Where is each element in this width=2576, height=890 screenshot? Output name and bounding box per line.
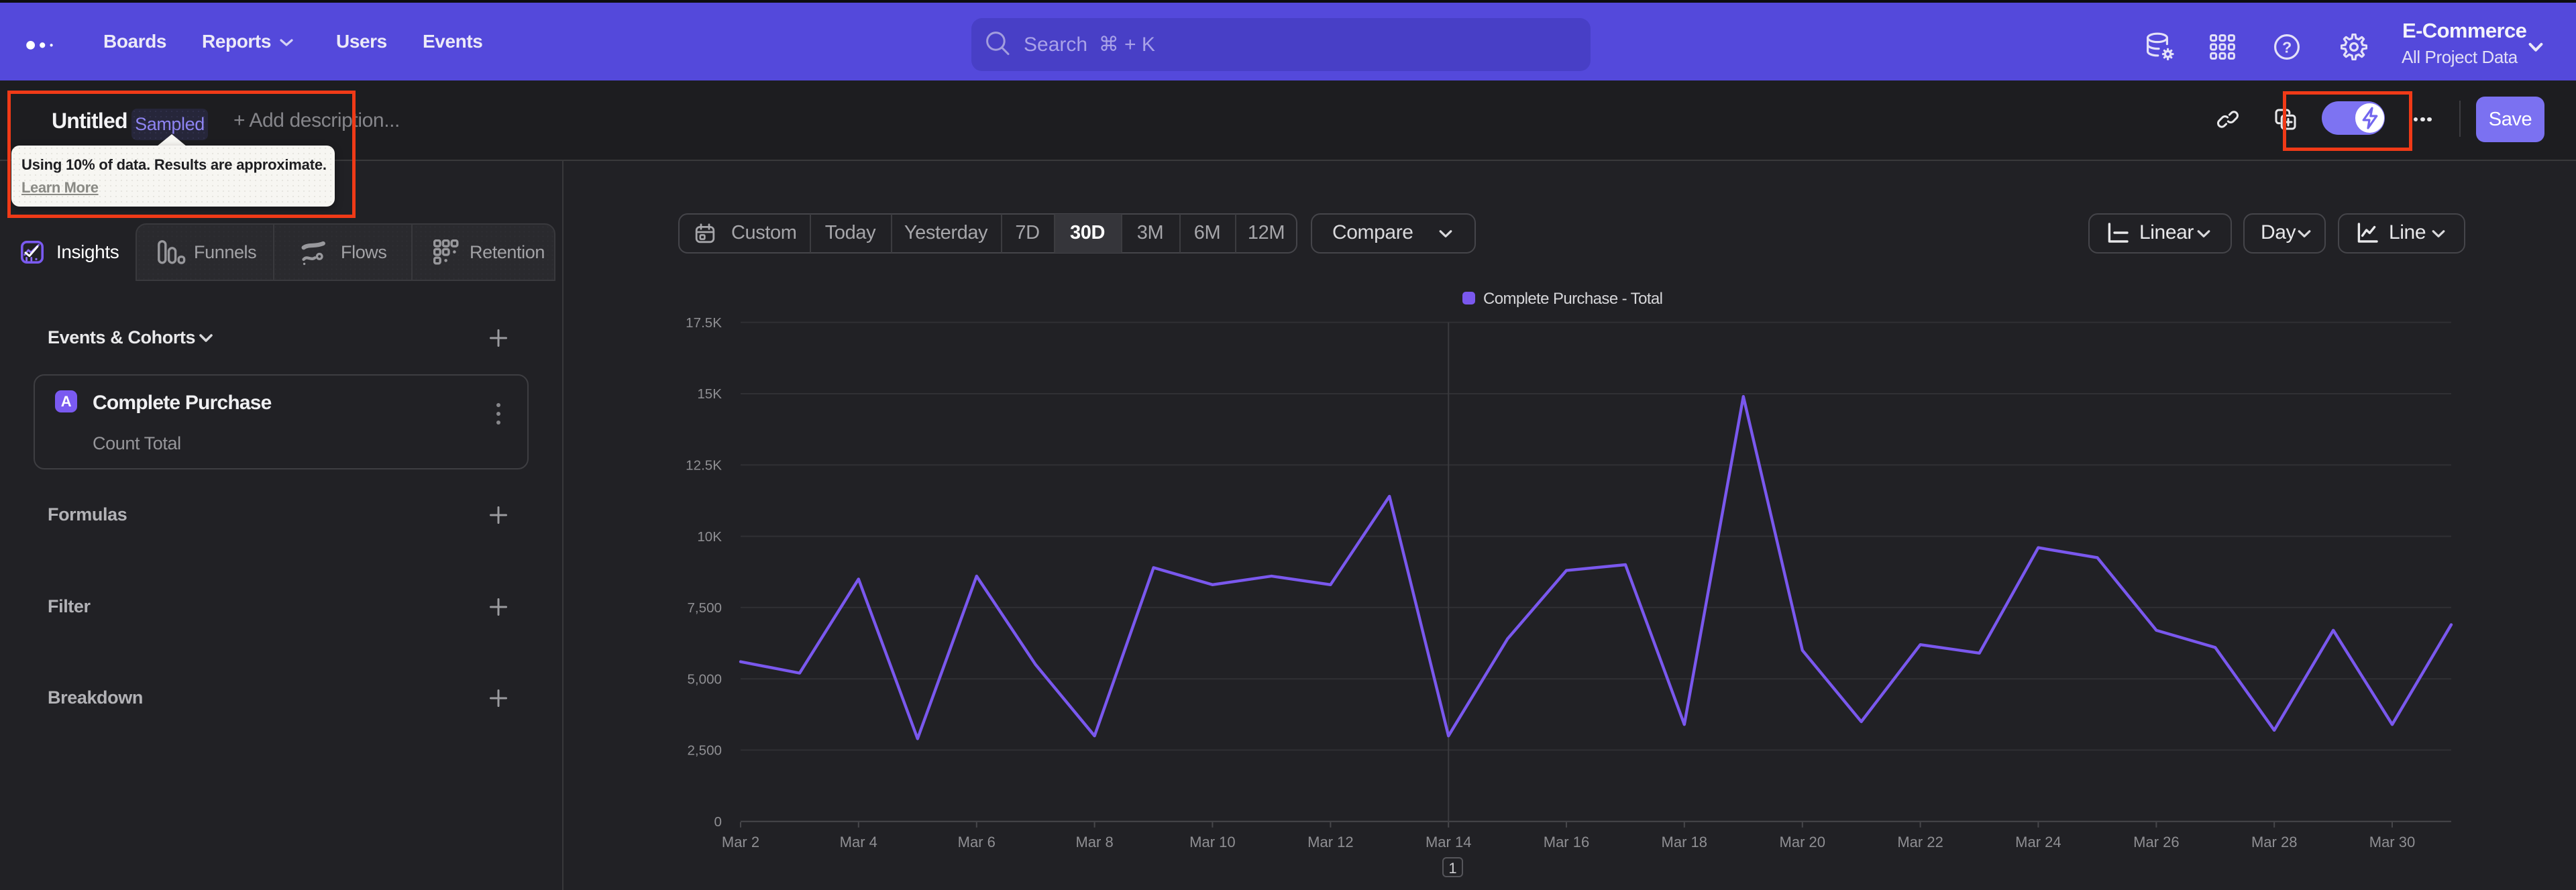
svg-text:2,500: 2,500 [687, 743, 722, 759]
svg-text:7,500: 7,500 [687, 600, 722, 616]
svg-text:Mar 26: Mar 26 [2133, 834, 2179, 850]
svg-text:10K: 10K [697, 529, 722, 545]
svg-text:Mar 12: Mar 12 [1307, 834, 1353, 850]
svg-text:Mar 20: Mar 20 [1780, 834, 1825, 850]
svg-text:17.5K: 17.5K [686, 315, 722, 331]
svg-text:Mar 30: Mar 30 [2369, 834, 2415, 850]
svg-text:Mar 6: Mar 6 [958, 834, 996, 850]
svg-text:Mar 22: Mar 22 [1897, 834, 1943, 850]
svg-text:Mar 28: Mar 28 [2251, 834, 2297, 850]
svg-text:0: 0 [714, 814, 722, 830]
svg-text:Mar 2: Mar 2 [722, 834, 759, 850]
svg-text:Mar 8: Mar 8 [1075, 834, 1113, 850]
svg-text:Mar 14: Mar 14 [1426, 834, 1471, 850]
svg-text:5,000: 5,000 [687, 671, 722, 687]
svg-text:Mar 4: Mar 4 [840, 834, 877, 850]
svg-text:Mar 16: Mar 16 [1544, 834, 1589, 850]
svg-text:Mar 24: Mar 24 [2015, 834, 2061, 850]
svg-text:Mar 18: Mar 18 [1662, 834, 1707, 850]
svg-text:12.5K: 12.5K [686, 457, 722, 473]
svg-text:15K: 15K [697, 386, 722, 402]
svg-text:Mar 10: Mar 10 [1189, 834, 1235, 850]
